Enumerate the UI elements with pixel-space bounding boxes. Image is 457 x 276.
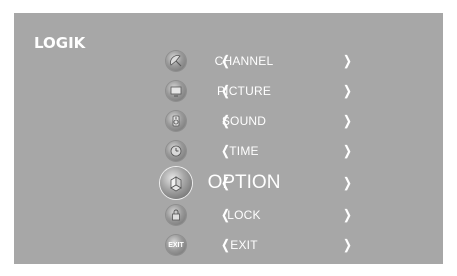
right-arrow-icon[interactable]: ❭	[342, 136, 353, 166]
menu-item-channel[interactable]: ❬ CHANNEL ❭	[14, 46, 443, 76]
right-arrow-icon[interactable]: ❭	[342, 106, 353, 136]
menu-item-label: EXIT	[230, 238, 258, 252]
menu-item-exit[interactable]: EXIT ❬ EXIT ❭	[14, 230, 443, 260]
exit-icon-label: EXIT	[168, 241, 184, 249]
tv-icon	[166, 81, 186, 101]
right-arrow-icon[interactable]: ❭	[342, 76, 353, 106]
menu-item-label: OPTION	[207, 172, 281, 193]
menu-item-picture[interactable]: ❬ PICTURE ❭	[14, 76, 443, 106]
right-arrow-icon[interactable]: ❭	[342, 46, 353, 76]
menu-item-time[interactable]: ❬ TIME ❭	[14, 136, 443, 166]
menu-item-label: PICTURE	[216, 84, 272, 98]
lock-icon	[166, 205, 186, 225]
menu-item-label: SOUND	[221, 114, 267, 128]
menu-item-sound[interactable]: ❬ SOUND ❭	[14, 106, 443, 136]
right-arrow-icon[interactable]: ❭	[342, 230, 353, 260]
satellite-dish-icon	[166, 51, 186, 71]
option-icon	[160, 167, 192, 199]
menu-item-label: CHANNEL	[214, 54, 274, 68]
speaker-icon	[166, 111, 186, 131]
right-arrow-icon[interactable]: ❭	[342, 200, 353, 230]
menu-item-option[interactable]: ❬ OPTION ❭	[14, 167, 443, 199]
exit-icon: EXIT	[166, 235, 186, 255]
menu-item-lock[interactable]: ❬ LOCK ❭	[14, 200, 443, 230]
tv-menu-panel: LOGIK ❬ CHANNEL ❭ ❬ PICTURE ❭ ❬ SOUND ❭ …	[14, 13, 443, 264]
menu-item-label: LOCK	[227, 208, 261, 222]
clock-icon	[166, 141, 186, 161]
right-arrow-icon[interactable]: ❭	[342, 168, 353, 198]
menu-item-label: TIME	[229, 144, 259, 158]
